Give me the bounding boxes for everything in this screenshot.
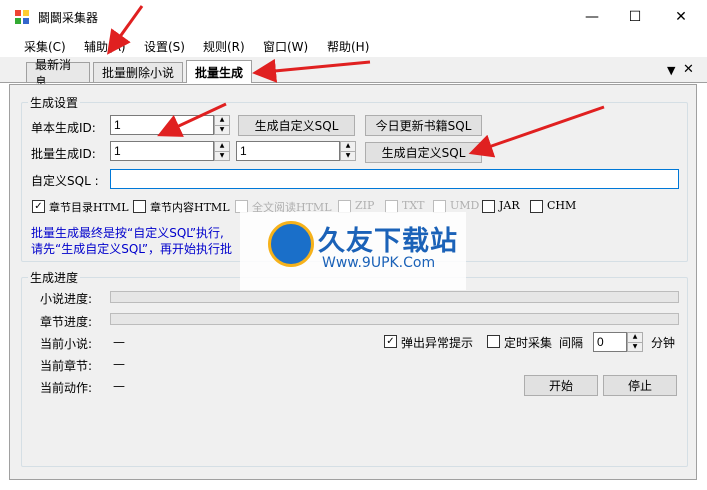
- annotation-arrows: [107, 5, 605, 158]
- arrow-to-batch-tab: [252, 58, 371, 83]
- arrow-to-custom-sql: [468, 105, 605, 158]
- arrow-to-assist-menu: [107, 5, 144, 55]
- arrow-to-single-id: [157, 102, 227, 137]
